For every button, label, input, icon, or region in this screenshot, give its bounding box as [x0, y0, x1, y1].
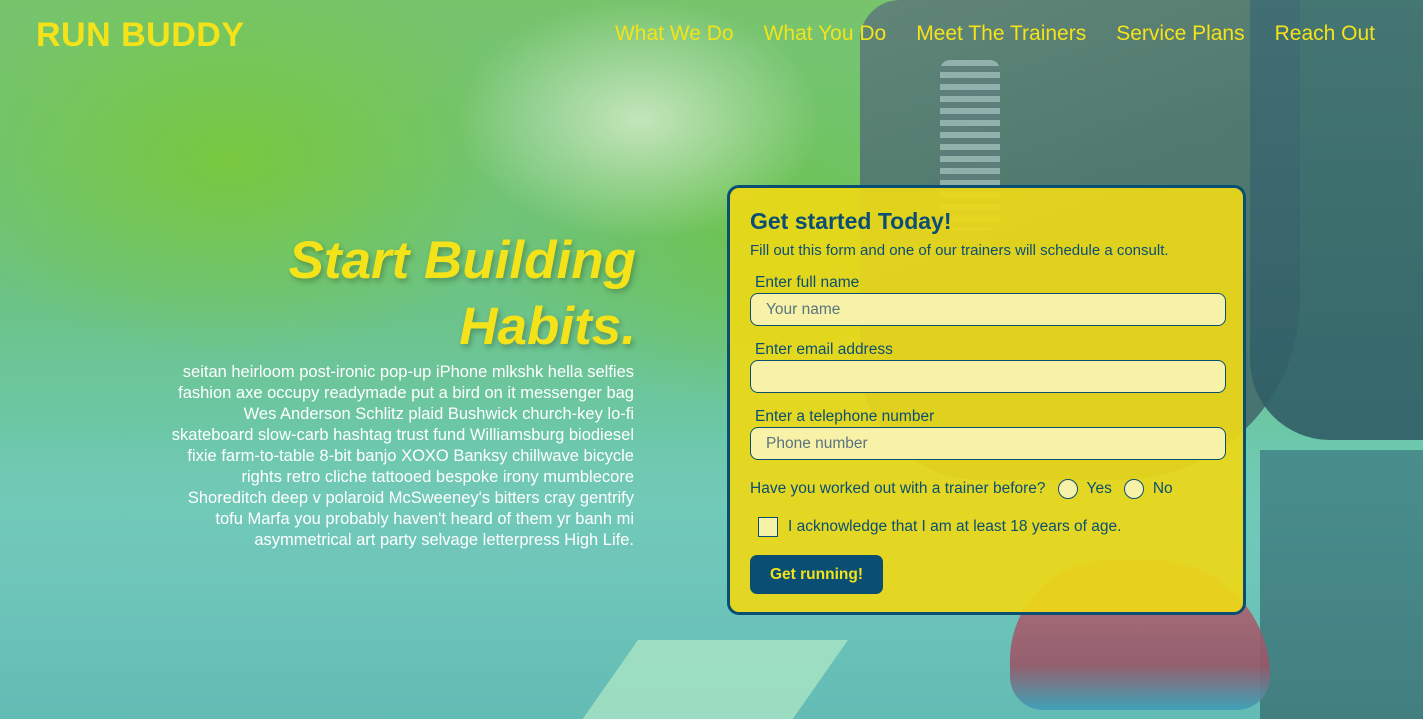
radio-yes-label: Yes — [1086, 480, 1112, 497]
trainer-question-label: Have you worked out with a trainer befor… — [750, 480, 1046, 497]
submit-button[interactable]: Get running! — [750, 555, 883, 594]
main-nav: What We Do What You Do Meet The Trainers… — [615, 22, 1375, 46]
nav-link-reach-out[interactable]: Reach Out — [1275, 22, 1375, 46]
radio-yes-option[interactable]: Yes — [1057, 479, 1112, 499]
radio-yes[interactable] — [1057, 479, 1078, 499]
background-ground — [1260, 450, 1423, 719]
brand-logo[interactable]: RUN BUDDY — [36, 16, 245, 55]
radio-no[interactable] — [1123, 479, 1144, 499]
phone-input[interactable] — [750, 427, 1226, 460]
age-ack-checkbox[interactable] — [758, 517, 778, 537]
hero-headline-line-1: Start Building — [288, 231, 636, 290]
hero-copy: seitan heirloom post-ironic pop-up iPhon… — [171, 363, 634, 549]
hero-headline: Start Building Habits. — [170, 228, 636, 360]
nav-link-meet-the-trainers[interactable]: Meet The Trainers — [916, 22, 1086, 46]
nav-link-what-we-do[interactable]: What We Do — [615, 22, 734, 46]
form-subtitle: Fill out this form and one of our traine… — [750, 242, 1169, 259]
background-runner-arm — [1250, 0, 1423, 440]
email-label: Enter email address — [755, 341, 893, 358]
nav-link-what-you-do[interactable]: What You Do — [764, 22, 887, 46]
age-ack-row: I acknowledge that I am at least 18 year… — [758, 517, 1223, 537]
name-input[interactable] — [750, 293, 1226, 326]
hero-section: RUN BUDDY What We Do What You Do Meet Th… — [0, 0, 1423, 719]
background-road-marking — [581, 640, 849, 719]
hero-headline-line-2: Habits. — [459, 297, 636, 356]
signup-form: Get started Today! Fill out this form an… — [727, 185, 1246, 615]
radio-no-option[interactable]: No — [1123, 479, 1173, 499]
phone-label: Enter a telephone number — [755, 408, 935, 425]
radio-no-label: No — [1152, 480, 1173, 497]
name-label: Enter full name — [755, 274, 860, 291]
trainer-question-row: Have you worked out with a trainer befor… — [750, 479, 1223, 499]
age-ack-label: I acknowledge that I am at least 18 year… — [788, 518, 1122, 535]
email-input[interactable] — [750, 360, 1226, 393]
form-title: Get started Today! — [750, 208, 952, 234]
nav-link-service-plans[interactable]: Service Plans — [1116, 22, 1244, 46]
